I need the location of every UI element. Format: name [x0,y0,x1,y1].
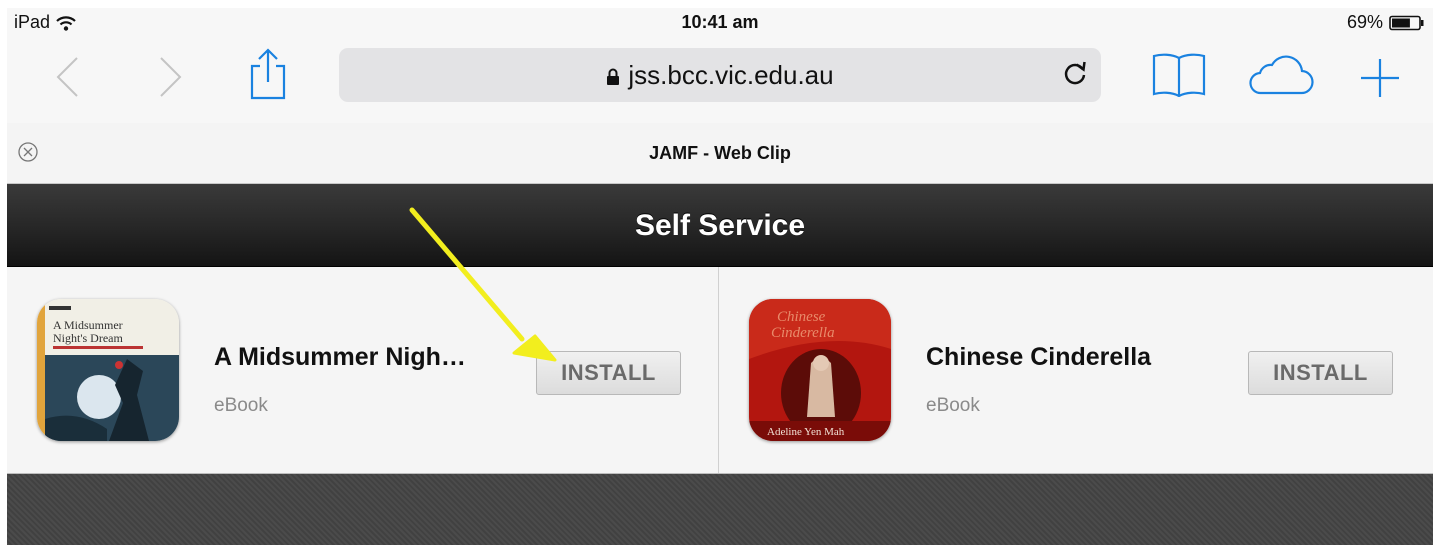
midsummer-cover-image: A Midsummer Night's Dream [37,299,179,441]
book-cover[interactable]: A Midsummer Night's Dream [37,299,179,441]
page-header: Self Service [7,184,1433,267]
bookmarks-icon [1152,53,1206,97]
item-type: eBook [214,395,268,416]
install-button[interactable]: INSTALL [536,351,681,395]
share-icon [250,48,286,100]
status-bar: iPad 10:41 am 69% [7,8,1433,38]
item-title[interactable]: Chinese Cinderella [926,343,1151,372]
status-time: 10:41 am [681,12,759,32]
book-cover[interactable]: Chinese Cinderella Adeline Yen Mah [749,299,891,441]
browser-toolbar: jss.bcc.vic.edu.au [7,38,1433,118]
add-tab-button[interactable] [1359,57,1401,99]
forward-icon [160,57,182,97]
reload-icon [1064,61,1086,85]
item-title[interactable]: A Midsummer Nigh… [214,343,466,372]
list-item: Chinese Cinderella Adeline Yen Mah Chine… [719,267,1430,473]
item-list: A Midsummer Night's Dream A Midsummer Ni… [7,267,1433,474]
reload-button[interactable] [1061,60,1089,93]
back-icon [56,57,78,97]
cloud-icon [1249,55,1314,95]
page-title: Self Service [634,209,806,242]
add-tab-icon [1361,59,1399,97]
url-text: jss.bcc.vic.edu.au [628,60,834,90]
tab-bar: JAMF - Web Clip [7,123,1433,184]
battery-percent: 69% [1346,12,1383,32]
forward-button[interactable] [159,56,183,98]
item-type: eBook [926,395,980,416]
list-item: A Midsummer Night's Dream A Midsummer Ni… [7,267,718,473]
cloud-tabs-button[interactable] [1247,54,1315,96]
tab-title[interactable]: JAMF - Web Clip [7,143,1433,164]
chinese-cinderella-cover-image: Chinese Cinderella Adeline Yen Mah [749,299,891,441]
svg-text:A Midsummer: A Midsummer [53,318,123,332]
svg-text:Chinese: Chinese [777,309,826,325]
svg-text:Night's Dream: Night's Dream [53,331,123,345]
svg-text:Cinderella: Cinderella [771,325,835,341]
battery-indicator: 69% [1347,12,1425,33]
bookmarks-button[interactable] [1151,51,1207,97]
address-host-wrap: jss.bcc.vic.edu.au [339,60,1101,91]
svg-text:Adeline Yen Mah: Adeline Yen Mah [767,426,845,438]
install-button[interactable]: INSTALL [1248,351,1393,395]
back-button[interactable] [55,56,79,98]
address-bar[interactable]: jss.bcc.vic.edu.au [339,48,1101,102]
ipad-screen: iPad 10:41 am 69% jss.bcc.vic.edu.au JAM… [7,8,1433,545]
lock-icon [607,68,620,86]
battery-icon [1389,15,1424,30]
share-button[interactable] [248,48,288,100]
page-footer [7,474,1433,545]
